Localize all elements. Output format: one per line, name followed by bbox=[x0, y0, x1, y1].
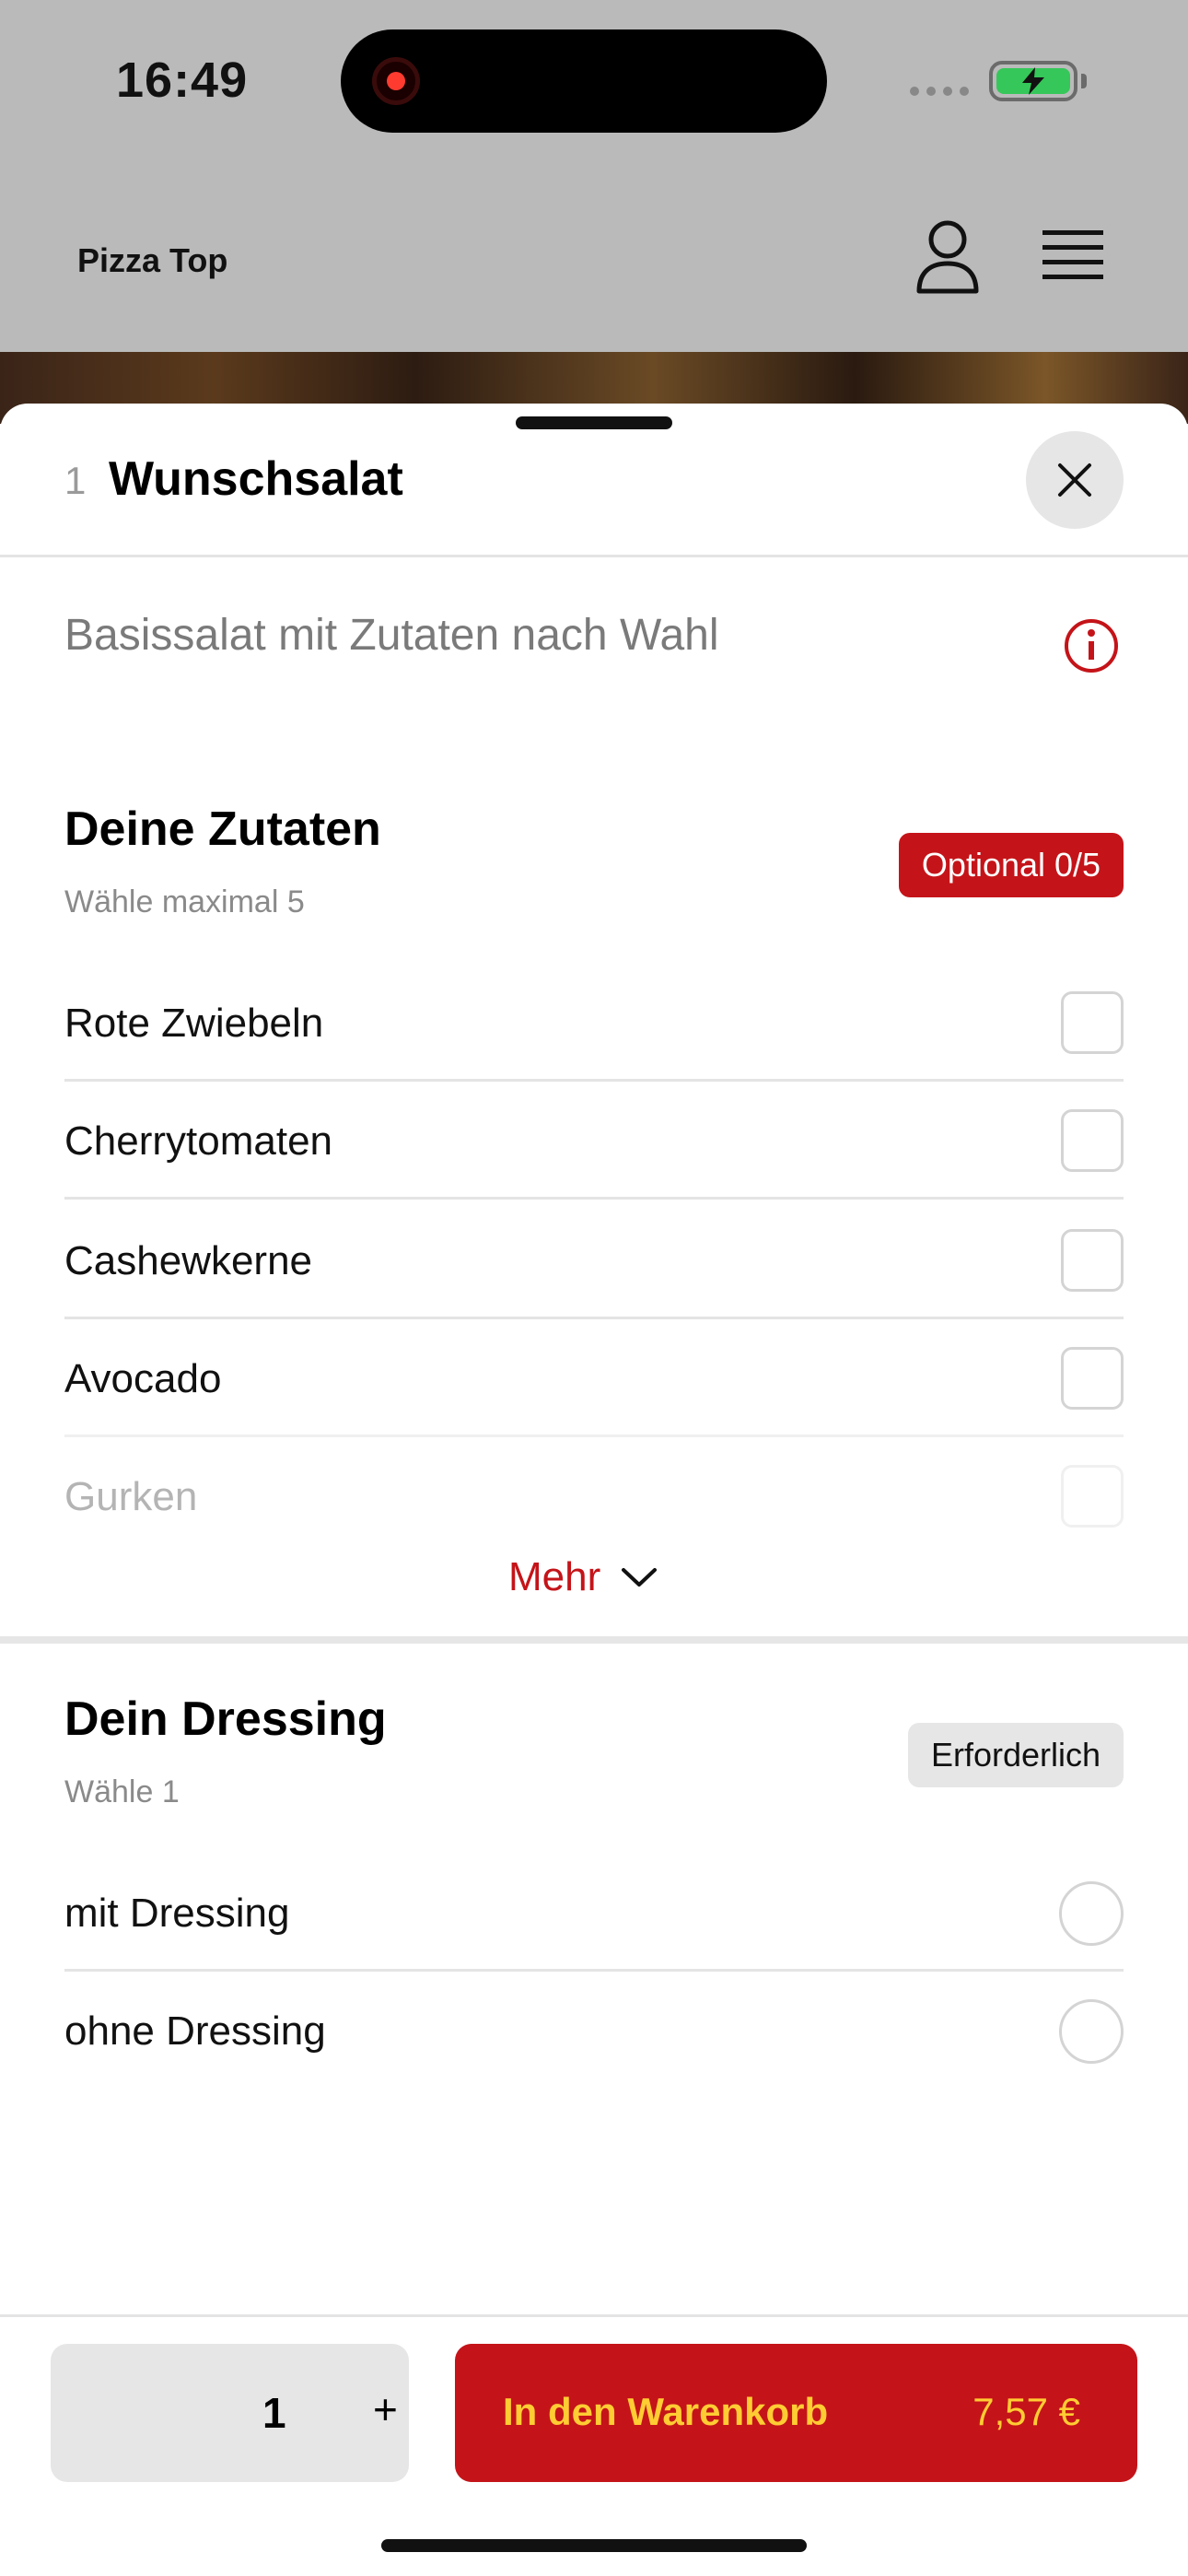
chevron-down-icon bbox=[622, 1568, 658, 1587]
ingredient-checkbox[interactable] bbox=[1061, 1465, 1124, 1528]
ingredients-subtitle: Wähle maximal 5 bbox=[64, 884, 305, 919]
menu-icon[interactable] bbox=[1042, 227, 1103, 284]
record-icon bbox=[372, 57, 420, 105]
signal-icon bbox=[910, 87, 969, 96]
quantity-value: 1 bbox=[262, 2389, 286, 2437]
ingredient-label: Cherrytomaten bbox=[64, 1118, 333, 1164]
dressing-option-label: mit Dressing bbox=[64, 1891, 290, 1936]
dressing-subtitle: Wähle 1 bbox=[64, 1774, 180, 1809]
product-title: Wunschsalat bbox=[109, 452, 403, 506]
ingredient-row[interactable]: Cashewkerne bbox=[64, 1201, 1124, 1319]
background-page: 16:49 Pizza Top bbox=[0, 0, 1188, 424]
ingredient-label: Avocado bbox=[64, 1356, 222, 1401]
optional-badge: Optional 0/5 bbox=[899, 833, 1124, 897]
brand-name[interactable]: Pizza Top bbox=[77, 241, 227, 280]
cart-price: 7,57 € bbox=[973, 2390, 1080, 2433]
footer-divider bbox=[0, 2314, 1188, 2317]
battery-charging-icon bbox=[989, 61, 1087, 101]
ingredient-row[interactable]: Gurken bbox=[64, 1437, 1124, 1555]
header-divider bbox=[0, 555, 1188, 557]
quantity-stepper[interactable]: 1 + bbox=[51, 2344, 409, 2482]
dressing-radio[interactable] bbox=[1059, 1999, 1124, 2064]
ingredient-checkbox[interactable] bbox=[1061, 991, 1124, 1054]
product-description: Basissalat mit Zutaten nach Wahl bbox=[64, 611, 719, 660]
sheet-grabber[interactable] bbox=[516, 416, 672, 429]
product-sheet: 1 Wunschsalat Basissalat mit Zutaten nac… bbox=[0, 404, 1188, 2576]
ingredient-row[interactable]: Cherrytomaten bbox=[64, 1082, 1124, 1200]
ingredient-label: Rote Zwiebeln bbox=[64, 1001, 324, 1046]
product-quantity-prefix: 1 bbox=[64, 459, 87, 502]
home-indicator[interactable] bbox=[381, 2539, 807, 2552]
account-icon[interactable] bbox=[914, 217, 982, 295]
ingredient-label: Gurken bbox=[64, 1474, 198, 1519]
close-button[interactable] bbox=[1026, 431, 1124, 529]
ingredient-row[interactable]: Avocado bbox=[64, 1319, 1124, 1437]
dressing-title: Dein Dressing bbox=[64, 1692, 387, 1746]
ingredient-label: Cashewkerne bbox=[64, 1238, 313, 1283]
ingredient-checkbox[interactable] bbox=[1061, 1347, 1124, 1410]
dynamic-island bbox=[341, 29, 827, 133]
section-separator bbox=[0, 1636, 1188, 1644]
ingredients-title: Deine Zutaten bbox=[64, 802, 381, 856]
screen: 16:49 Pizza Top 1 Wunschsalat Basissalat… bbox=[0, 0, 1188, 2576]
dressing-radio[interactable] bbox=[1059, 1881, 1124, 1946]
ingredient-checkbox[interactable] bbox=[1061, 1229, 1124, 1292]
row-divider bbox=[64, 1197, 1124, 1200]
dressing-option[interactable]: mit Dressing bbox=[64, 1854, 1124, 1972]
close-icon bbox=[1058, 463, 1091, 497]
add-to-cart-button[interactable]: In den Warenkorb 7,57 € bbox=[455, 2344, 1137, 2482]
increment-button[interactable]: + bbox=[373, 2384, 398, 2434]
info-icon[interactable] bbox=[1063, 617, 1120, 674]
dressing-option-label: ohne Dressing bbox=[64, 2008, 326, 2054]
status-time: 16:49 bbox=[116, 53, 249, 108]
required-badge: Erforderlich bbox=[908, 1723, 1124, 1787]
more-button[interactable]: Mehr bbox=[508, 1548, 658, 1607]
ingredient-checkbox[interactable] bbox=[1061, 1109, 1124, 1172]
ingredient-row[interactable]: Rote Zwiebeln bbox=[64, 964, 1124, 1082]
add-to-cart-label: In den Warenkorb bbox=[503, 2390, 829, 2433]
dressing-option[interactable]: ohne Dressing bbox=[64, 1972, 1124, 2090]
more-label: Mehr bbox=[508, 1554, 601, 1599]
